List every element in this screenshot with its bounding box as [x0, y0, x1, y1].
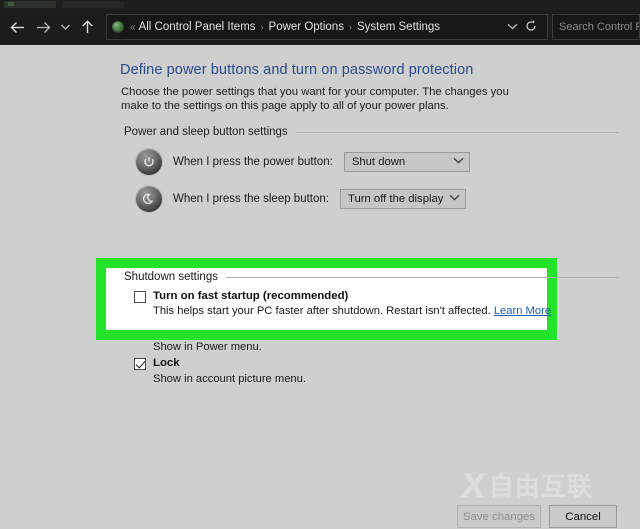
navigation-bar: « All Control Panel Items › Power Option…: [0, 9, 640, 45]
explorer-window: « All Control Panel Items › Power Option…: [0, 0, 640, 529]
group-divider: [225, 276, 619, 278]
cancel-label: Cancel: [565, 510, 601, 523]
cancel-button[interactable]: Cancel: [549, 505, 617, 528]
group-divider: [295, 131, 619, 133]
lock-checkbox-row[interactable]: Lock: [134, 357, 180, 370]
group-label: Power and sleep button settings: [124, 126, 288, 138]
breadcrumb-item-power-options[interactable]: Power Options: [269, 21, 344, 33]
sleep-button-action-select[interactable]: Turn off the display: [339, 189, 466, 209]
row-power-button: When I press the power button: Shut down: [136, 149, 470, 175]
group-shutdown-settings: Shutdown settings: [124, 271, 619, 283]
breadcrumb-item-system-settings[interactable]: System Settings: [357, 21, 440, 33]
address-chevron-down-icon[interactable]: [502, 21, 523, 33]
fast-startup-checkbox-row[interactable]: Turn on fast startup (recommended): [134, 290, 348, 303]
refresh-icon[interactable]: [523, 19, 543, 35]
fast-startup-label: Turn on fast startup (recommended): [153, 290, 349, 302]
breadcrumb-separator: ›: [348, 22, 352, 32]
breadcrumb-overflow-icon[interactable]: «: [130, 22, 136, 33]
lock-checkbox[interactable]: [134, 358, 146, 370]
titlebar-tab-right[interactable]: [62, 1, 124, 8]
sleep-moon-icon: [136, 186, 162, 212]
lock-item-description: Show in account picture menu.: [153, 373, 306, 385]
recent-locations-chevron-down-icon[interactable]: [56, 12, 74, 42]
up-arrow-icon[interactable]: [74, 12, 100, 42]
breadcrumb-item-all-control-panel-items[interactable]: All Control Panel Items: [139, 21, 256, 33]
power-button-action-select[interactable]: Shut down: [343, 152, 470, 172]
address-bar[interactable]: « All Control Panel Items › Power Option…: [106, 14, 548, 40]
back-arrow-icon[interactable]: [4, 12, 30, 42]
control-panel-icon: [110, 19, 127, 35]
row-sleep-button: When I press the sleep button: Turn off …: [136, 186, 466, 212]
learn-more-link[interactable]: Learn More: [494, 305, 551, 317]
forward-arrow-icon[interactable]: [30, 12, 56, 42]
power-button-action-value: Shut down: [351, 156, 406, 168]
save-changes-button[interactable]: Save changes: [457, 505, 541, 528]
row-power-button-label: When I press the power button:: [173, 156, 333, 168]
group-power-sleep-button-settings: Power and sleep button settings: [124, 126, 619, 138]
page-title: Define power buttons and turn on passwor…: [120, 62, 474, 78]
fast-startup-checkbox[interactable]: [134, 291, 146, 303]
search-placeholder: Search Control P: [559, 21, 640, 33]
chevron-down-icon: [453, 157, 464, 167]
sleep-item-description: Show in Power menu.: [153, 341, 262, 353]
lock-label: Lock: [153, 357, 180, 369]
window-titlebar: [0, 0, 640, 9]
save-changes-label: Save changes: [462, 510, 536, 523]
breadcrumb-separator: ›: [260, 22, 264, 32]
group-label: Shutdown settings: [124, 271, 218, 283]
row-sleep-button-label: When I press the sleep button:: [173, 193, 329, 205]
power-button-icon: [136, 149, 162, 175]
page-description: Choose the power settings that you want …: [121, 86, 509, 112]
fast-startup-description: This helps start your PC faster after sh…: [153, 305, 491, 317]
titlebar-tab-icon: [8, 2, 14, 6]
chevron-down-icon: [449, 194, 460, 204]
settings-content-pane: Define power buttons and turn on passwor…: [0, 45, 640, 529]
search-input[interactable]: Search Control P: [552, 14, 640, 40]
fast-startup-description-row: This helps start your PC faster after sh…: [153, 305, 551, 317]
sleep-button-action-value: Turn off the display: [347, 193, 444, 205]
